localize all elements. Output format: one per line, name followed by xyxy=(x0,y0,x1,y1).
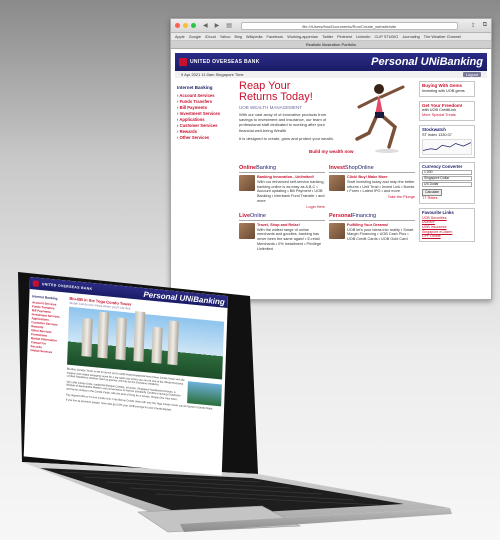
tower-1 xyxy=(81,318,93,357)
condo-photo xyxy=(67,306,225,380)
pool-photo xyxy=(187,381,222,407)
bank-name: UNITED OVERSEAS BANK xyxy=(41,282,93,291)
laptop-screen: UNITED OVERSEAS BANK Personal UNiBanking… xyxy=(23,277,228,476)
tower-4 xyxy=(133,311,146,362)
tower-6 xyxy=(167,320,179,366)
laptop-left-nav: Internet Banking Account Services Funds … xyxy=(29,292,67,402)
tower-5 xyxy=(151,326,163,364)
tower-3 xyxy=(115,317,127,361)
uob-logo-icon xyxy=(32,280,39,287)
laptop-main: Blu-BB in the Toga Condo Tower Global Co… xyxy=(66,296,225,417)
tower-2 xyxy=(97,311,110,359)
laptop: UNITED OVERSEAS BANK Personal UNiBanking… xyxy=(0,0,500,540)
